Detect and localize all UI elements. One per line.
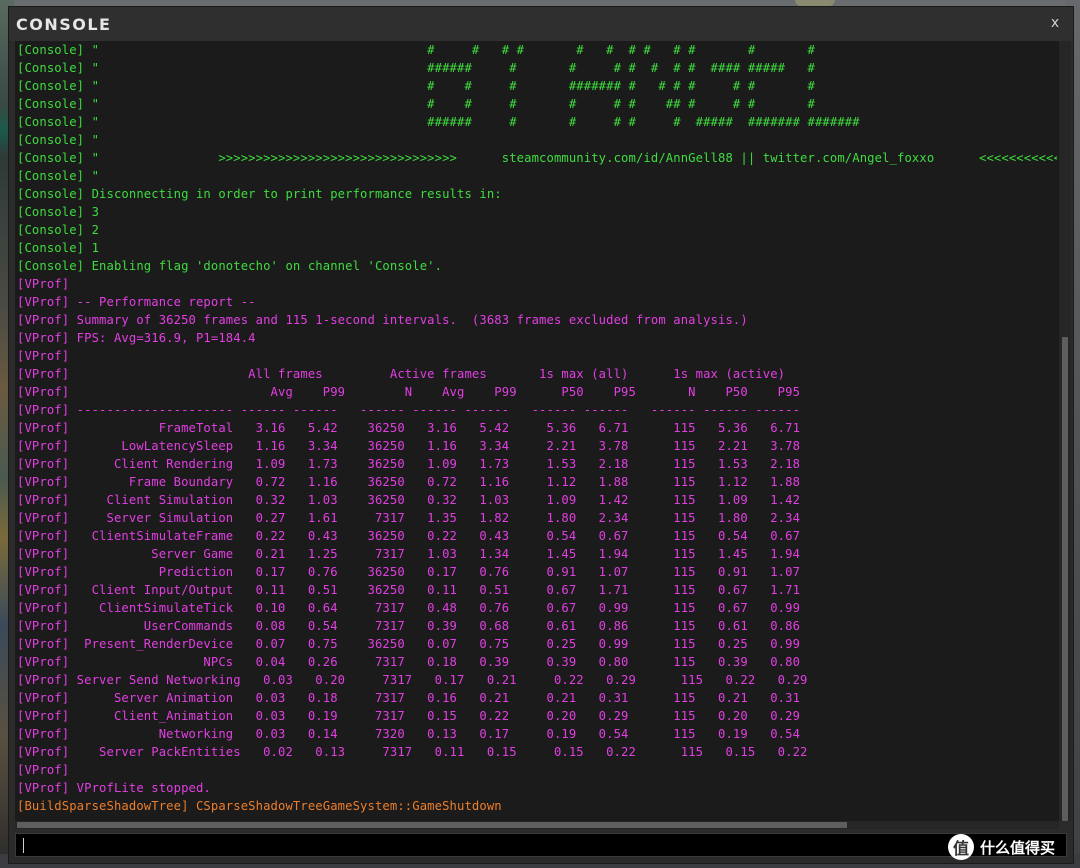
console-titlebar[interactable]: CONSOLE x	[9, 7, 1073, 41]
log-line: [VProf] Client Rendering 1.09 1.73 36250…	[17, 457, 801, 471]
log-line: [VProf] --------------------- ------ ---…	[17, 403, 801, 417]
log-line: [VProf] Summary of 36250 frames and 115 …	[17, 313, 748, 327]
vertical-scrollbar[interactable]	[1059, 41, 1071, 821]
log-line: [VProf] Client_Animation 0.03 0.19 7317 …	[17, 709, 801, 723]
console-log-area[interactable]: [Console] " # # # # # # # # # # # # [Cons…	[15, 41, 1059, 821]
log-line: [VProf] Client Simulation 0.32 1.03 3625…	[17, 493, 801, 507]
log-line: [VProf] Present_RenderDevice 0.07 0.75 3…	[17, 637, 801, 651]
log-line: [Console] "	[17, 133, 100, 147]
log-line: [Console] " # # # ####### # # # # # # #	[17, 79, 815, 93]
watermark-text: 什么值得买	[980, 838, 1056, 857]
log-line: [VProf] FPS: Avg=316.9, P1=184.4	[17, 331, 256, 345]
log-line: [VProf] Server PackEntities 0.02 0.13 73…	[17, 745, 808, 759]
log-line: [Console] "	[17, 169, 100, 183]
log-line: [Console] " # # # # # # ## # # # #	[17, 97, 815, 111]
log-line: [VProf] Avg P99 N Avg P99 P50 P95 N P50 …	[17, 385, 801, 399]
horizontal-scrollbar[interactable]	[15, 821, 1059, 829]
log-line: [VProf] Server Game 0.21 1.25 7317 1.03 …	[17, 547, 801, 561]
horizontal-scrollbar-thumb[interactable]	[17, 822, 847, 828]
log-line: [Console] " ###### # # # # # ##### #####…	[17, 115, 860, 129]
log-line: [Console] " >>>>>>>>>>>>>>>>>>>>>>>>>>>>…	[17, 151, 1057, 165]
log-line: [VProf] Prediction 0.17 0.76 36250 0.17 …	[17, 565, 801, 579]
log-line: [Console] 2	[17, 223, 100, 237]
log-line: [VProf] NPCs 0.04 0.26 7317 0.18 0.39 0.…	[17, 655, 801, 669]
log-line: [BuildSparseShadowTree] CSparseShadowTre…	[17, 799, 502, 813]
log-line: [VProf] Frame Boundary 0.72 1.16 36250 0…	[17, 475, 801, 489]
console-log: [Console] " # # # # # # # # # # # # [Cons…	[17, 41, 1057, 815]
smzdm-logo-icon: 值	[948, 834, 974, 860]
log-line: [VProf] ClientSimulateTick 0.10 0.64 731…	[17, 601, 801, 615]
log-line: [VProf] UserCommands 0.08 0.54 7317 0.39…	[17, 619, 801, 633]
command-input-box[interactable]	[15, 833, 1067, 857]
log-line: [VProf] ClientSimulateFrame 0.22 0.43 36…	[17, 529, 801, 543]
vertical-scrollbar-thumb[interactable]	[1062, 337, 1068, 821]
log-line: [Console] " ###### # # # # # # # #### ##…	[17, 61, 815, 75]
watermark: 值 什么值得买	[948, 833, 1055, 861]
log-line: [VProf] -- Performance report --	[17, 295, 256, 309]
log-line: [VProf] VProfLite stopped.	[17, 781, 211, 795]
log-line: [VProf] All frames Active frames 1s max …	[17, 367, 786, 381]
command-input[interactable]	[16, 834, 1066, 857]
log-line: [VProf]	[17, 349, 70, 363]
log-line: [Console] Disconnecting in order to prin…	[17, 187, 502, 201]
close-icon[interactable]: x	[1047, 15, 1063, 33]
log-line: [VProf] Client Input/Output 0.11 0.51 36…	[17, 583, 801, 597]
log-line: [Console] Enabling flag 'donotecho' on c…	[17, 259, 443, 273]
log-line: [VProf] Networking 0.03 0.14 7320 0.13 0…	[17, 727, 801, 741]
log-line: [VProf]	[17, 277, 70, 291]
log-line: [VProf]	[17, 763, 70, 777]
console-title: CONSOLE	[16, 15, 112, 34]
log-line: [VProf] Server Animation 0.03 0.18 7317 …	[17, 691, 801, 705]
log-line: [Console] 1	[17, 241, 100, 255]
log-line: [Console] 3	[17, 205, 100, 219]
log-line: [Console] " # # # # # # # # # # # #	[17, 43, 815, 57]
log-line: [VProf] Server Send Networking 0.03 0.20…	[17, 673, 808, 687]
log-line: [VProf] FrameTotal 3.16 5.42 36250 3.16 …	[17, 421, 801, 435]
console-window: CONSOLE x [Console] " # # # # # # # # # …	[8, 6, 1074, 864]
log-line: [VProf] Server Simulation 0.27 1.61 7317…	[17, 511, 801, 525]
text-caret	[23, 838, 24, 853]
log-line: [VProf] LowLatencySleep 1.16 3.34 36250 …	[17, 439, 801, 453]
